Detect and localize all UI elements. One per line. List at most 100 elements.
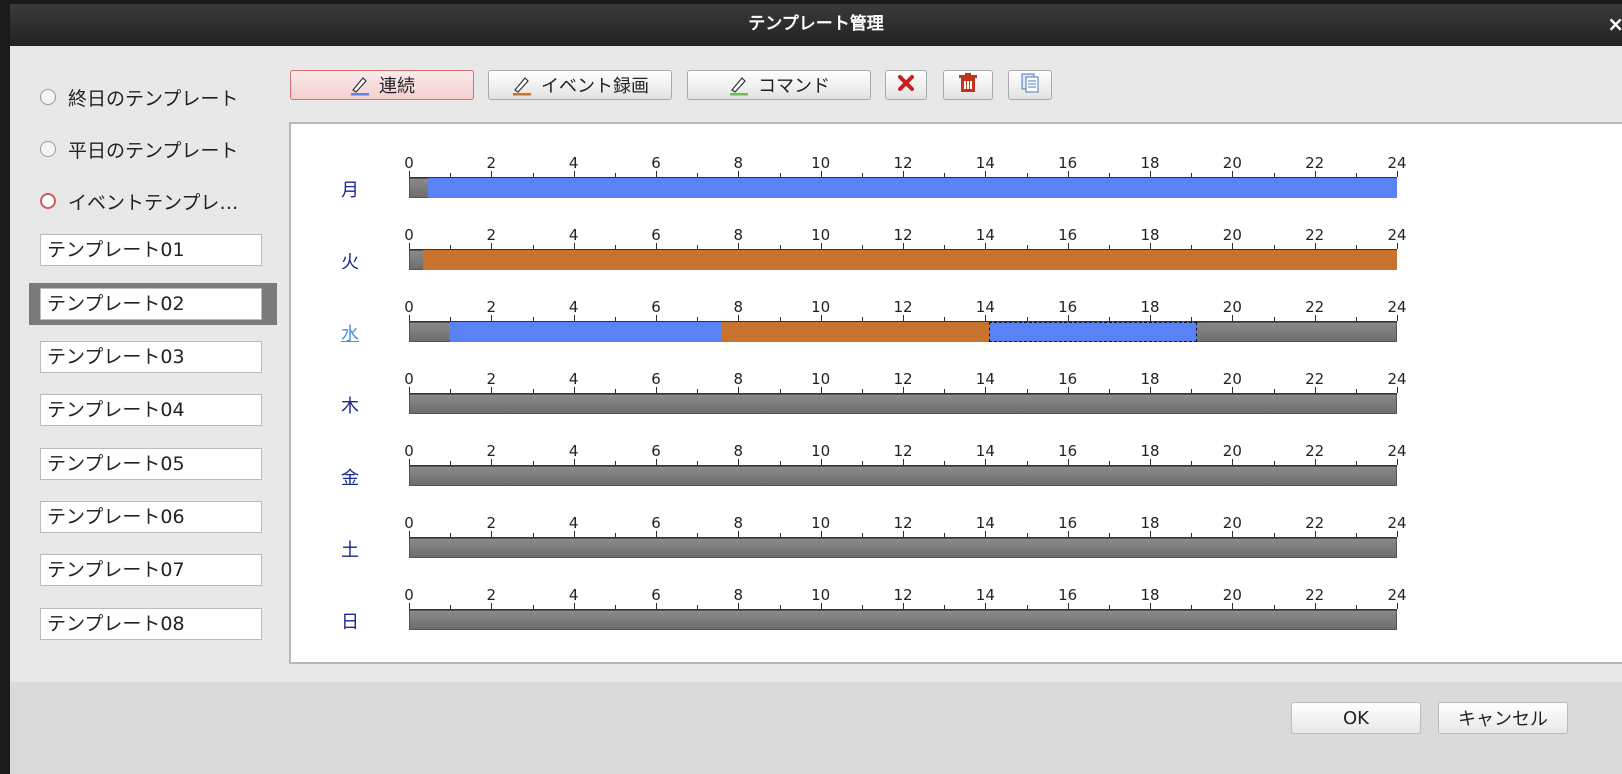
hour-tick-label: 4 (568, 514, 579, 532)
hour-tick (985, 459, 987, 465)
hour-tick-label: 20 (1222, 442, 1242, 460)
hour-tick (1397, 387, 1398, 393)
hour-tick-label: 2 (486, 442, 497, 460)
hour-tick (738, 459, 740, 465)
command-button[interactable]: コマンド (687, 70, 871, 100)
hour-tick (1108, 245, 1110, 249)
template-item[interactable]: テンプレート04 (40, 394, 262, 426)
ok-button[interactable]: OK (1291, 702, 1421, 734)
hour-tick (861, 461, 863, 465)
template-item[interactable]: テンプレート06 (40, 501, 262, 533)
hour-tick (409, 387, 410, 393)
day-timeline-bar[interactable] (409, 466, 1397, 486)
hour-tick (1397, 603, 1398, 609)
hour-tick (697, 245, 699, 249)
hour-tick (1150, 315, 1151, 321)
hour-tick (1067, 315, 1069, 321)
hour-tick (1067, 243, 1069, 249)
hour-tick (1232, 315, 1234, 321)
hour-tick (779, 461, 781, 465)
hour-tick-label: 22 (1305, 514, 1325, 532)
template-item[interactable]: テンプレート01 (40, 234, 262, 266)
continuous-segment[interactable] (427, 178, 1397, 198)
hour-tick-label: 20 (1222, 514, 1242, 532)
radio-circle[interactable] (40, 89, 56, 105)
radio-circle[interactable] (40, 141, 56, 157)
day-timeline-bar[interactable] (409, 538, 1397, 558)
hour-tick (573, 603, 575, 609)
hour-tick (944, 245, 946, 249)
hour-tick-label: 12 (893, 370, 913, 388)
template-item-selected[interactable]: テンプレート02 (40, 288, 262, 320)
hour-tick (861, 533, 863, 537)
event-segment[interactable] (721, 322, 990, 342)
hour-tick-label: 6 (651, 586, 661, 604)
hour-tick-label: 14 (975, 514, 995, 532)
template-item[interactable]: テンプレート03 (40, 341, 262, 373)
hour-tick (614, 389, 616, 393)
pencil-blue-icon (349, 74, 371, 96)
schedule-grid: 月 0 2 4 6 8 10 12 14 16 18 20 22 24 火 0 2 4 6 8 10 12 14 16 18 20… (289, 122, 1622, 664)
hour-tick (409, 315, 410, 321)
event-record-button[interactable]: イベント録画 (488, 70, 672, 100)
hour-tick (738, 387, 740, 393)
radio-event[interactable]: イベントテンプレ… (40, 186, 238, 216)
clear-button[interactable] (885, 70, 927, 100)
hour-tick (1355, 245, 1357, 249)
hour-tick (985, 531, 987, 537)
template-management-dialog: テンプレート管理 × 終日のテンプレート 平日のテンプレート イベントテンプレ…… (10, 4, 1622, 774)
close-icon[interactable]: × (1607, 4, 1622, 44)
hour-tick (1026, 245, 1028, 249)
hour-tick-label: 10 (811, 442, 831, 460)
hour-tick (573, 171, 575, 177)
hour-tick (903, 459, 904, 465)
cancel-button[interactable]: キャンセル (1438, 702, 1568, 734)
hour-tick (1191, 605, 1193, 609)
continuous-segment-selected[interactable] (989, 322, 1198, 342)
hour-tick (1150, 243, 1151, 249)
hour-tick-label: 4 (568, 298, 579, 316)
continuous-segment[interactable] (450, 322, 722, 342)
event-segment[interactable] (423, 250, 1397, 270)
hour-tick-label: 6 (651, 154, 661, 172)
hour-tick-label: 18 (1140, 370, 1160, 388)
template-item[interactable]: テンプレート07 (40, 554, 262, 586)
hour-tick (491, 459, 493, 465)
hour-tick (1397, 459, 1398, 465)
hour-tick (985, 315, 987, 321)
day-timeline-bar[interactable] (409, 394, 1397, 414)
hour-tick (1067, 603, 1069, 609)
hour-tick-label: 10 (811, 586, 831, 604)
template-item[interactable]: テンプレート05 (40, 448, 262, 480)
radio-circle-selected[interactable] (40, 193, 56, 209)
template-item[interactable]: テンプレート08 (40, 608, 262, 640)
hour-tick-label: 14 (975, 226, 995, 244)
delete-button[interactable] (943, 70, 993, 100)
hour-tick (450, 245, 452, 249)
hour-tick (903, 603, 904, 609)
copy-button[interactable] (1008, 70, 1052, 100)
hour-tick (1067, 459, 1069, 465)
hour-tick-label: 18 (1140, 442, 1160, 460)
hour-tick-label: 20 (1222, 298, 1242, 316)
hour-tick (532, 389, 534, 393)
hour-tick-label: 8 (733, 298, 744, 316)
day-label[interactable]: 水 (341, 320, 359, 346)
hour-tick (820, 171, 822, 177)
hour-tick-label: 2 (486, 370, 497, 388)
hour-tick-label: 18 (1140, 514, 1160, 532)
radio-all-day[interactable]: 終日のテンプレート (40, 82, 238, 112)
hour-tick-label: 20 (1222, 370, 1242, 388)
radio-weekday[interactable]: 平日のテンプレート (40, 134, 238, 164)
hour-tick (656, 387, 657, 393)
hour-tick-label: 16 (1058, 442, 1078, 460)
hour-tick (1150, 171, 1151, 177)
continuous-button[interactable]: 連続 (290, 70, 474, 100)
hour-tick (1108, 173, 1110, 177)
hour-tick-label: 4 (568, 586, 579, 604)
dialog-title: テンプレート管理 (748, 14, 884, 34)
hour-tick (1191, 173, 1193, 177)
hour-tick (1273, 389, 1275, 393)
day-timeline-bar[interactable] (409, 610, 1397, 630)
hour-tick (779, 389, 781, 393)
